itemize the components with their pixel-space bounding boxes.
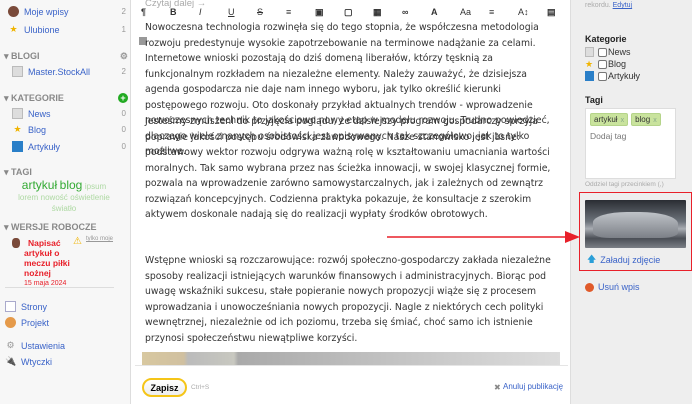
- author-avatar: [12, 238, 20, 248]
- inline-image[interactable]: [142, 352, 560, 365]
- post-settings-panel: rekordu. Edytuj Kategorie News ★ Blog Art…: [570, 0, 692, 404]
- video-button[interactable]: ▢: [344, 7, 373, 18]
- annotation-arrow: [387, 231, 580, 243]
- sidebar-item-settings[interactable]: ⚙ Ustawienia: [5, 340, 123, 351]
- sidebar-item-category-articles[interactable]: Artykuły 0: [12, 141, 126, 152]
- remove-tag-icon[interactable]: x: [653, 117, 657, 124]
- line-height-button[interactable]: A↕: [518, 7, 547, 18]
- save-shortcut: Ctrl+S: [191, 384, 210, 391]
- link-button[interactable]: ∞: [402, 7, 431, 18]
- plug-icon: 🔌: [5, 356, 17, 366]
- table-button[interactable]: ▦: [373, 7, 402, 18]
- editor[interactable]: Czytaj dalej → ¶ B I U S ≡ ▣ ▢ ▦ ∞ A Aa …: [135, 0, 568, 404]
- delete-post-button[interactable]: Usuń wpis: [585, 282, 640, 292]
- car-shape: [593, 212, 678, 238]
- sidebar-item-plugins[interactable]: 🔌 Wtyczki: [5, 356, 123, 367]
- tags-input[interactable]: artykuł x blog x Dodaj tag: [585, 108, 676, 179]
- document-icon: [585, 47, 594, 57]
- paragraph-button[interactable]: ¶: [141, 7, 170, 18]
- tag-link[interactable]: lorem: [18, 193, 38, 202]
- cancel-publication-link[interactable]: Anuluj publikację: [503, 382, 563, 391]
- drafts-section-toggle[interactable]: ▾ WERSJE ROBOCZE: [4, 222, 128, 233]
- add-category-icon[interactable]: +: [118, 93, 128, 103]
- sidebar-item-pages[interactable]: Strony: [5, 301, 123, 312]
- sidebar-item-category-blog[interactable]: ★ Blog 0: [12, 124, 126, 135]
- bold-button[interactable]: B: [170, 7, 199, 18]
- gear-icon[interactable]: ⚙: [120, 51, 128, 62]
- category-checkbox-news[interactable]: News: [585, 46, 640, 58]
- sidebar-item-project[interactable]: Projekt: [5, 317, 123, 328]
- editor-toolbar: ¶ B I U S ≡ ▣ ▢ ▦ ∞ A Aa ≡ A↕ ▤: [141, 7, 576, 18]
- drafts-filter-link[interactable]: tylko moje: [86, 236, 113, 242]
- star-icon: ★: [13, 124, 22, 134]
- footer-divider: [135, 365, 568, 366]
- tag-link[interactable]: światło: [52, 204, 76, 213]
- palette-icon: [5, 317, 16, 328]
- gear-icon: ⚙: [6, 340, 15, 350]
- tags-section-toggle[interactable]: ▾ TAGI: [4, 167, 128, 178]
- tag-chip: artykuł x: [590, 113, 629, 126]
- category-checkbox-blog[interactable]: ★ Blog: [585, 58, 640, 70]
- tag-chip: blog x: [631, 113, 661, 126]
- category-list: News ★ Blog Artykuły: [585, 46, 640, 82]
- sidebar: Moje wpisy 2 ★ Ulubione 1 ▾ BLOGI ⚙ Master.S…: [0, 0, 131, 404]
- document-icon: [12, 108, 23, 119]
- star-icon: ★: [585, 58, 594, 69]
- add-tag-input[interactable]: Dodaj tag: [590, 131, 671, 141]
- sidebar-item-blog[interactable]: Master.StockAll 2: [12, 66, 126, 77]
- featured-image[interactable]: [585, 200, 686, 248]
- checkbox[interactable]: [598, 59, 607, 69]
- avatar-icon: [8, 6, 19, 17]
- draft-item[interactable]: Napisać artykuł o meczu piłki nożnej 15 …: [24, 238, 84, 287]
- paragraph[interactable]: Wstępne wnioski są rozczarowujące: rozwó…: [145, 253, 563, 346]
- save-button[interactable]: Zapisz: [142, 378, 187, 397]
- tag-link[interactable]: blog: [60, 178, 83, 192]
- page-icon: [5, 301, 16, 312]
- star-icon: ★: [9, 24, 18, 34]
- delete-icon: [585, 282, 594, 292]
- sidebar-item-favorites[interactable]: ★ Ulubione 1: [8, 24, 126, 35]
- blogs-section-toggle[interactable]: ▾ BLOGI ⚙: [4, 51, 128, 62]
- underline-button[interactable]: U: [228, 7, 257, 18]
- upload-photo-button[interactable]: 🡅 Załaduj zdjęcie: [587, 252, 660, 268]
- tag-cloud: artykuł blog ipsum lorem nowość oświetle…: [14, 178, 114, 214]
- sidebar-item-my-posts[interactable]: Moje wpisy 2: [8, 6, 126, 17]
- categories-section-toggle[interactable]: ▾ KATEGORIE +: [4, 93, 128, 104]
- sidebar-item-category-news[interactable]: News 0: [12, 108, 126, 119]
- close-icon: ✖: [494, 383, 501, 392]
- tag-link[interactable]: oświetlenie: [70, 193, 110, 202]
- strikethrough-button[interactable]: S: [257, 7, 286, 18]
- edit-link[interactable]: Edytuj: [613, 2, 632, 9]
- tags-label: Tagi: [585, 95, 603, 105]
- checkbox[interactable]: [598, 47, 607, 57]
- categories-label: Kategorie: [585, 34, 627, 44]
- books-icon: [12, 141, 23, 152]
- books-icon: [585, 71, 594, 81]
- tag-link[interactable]: nowość: [41, 193, 68, 202]
- text-color-button[interactable]: A: [431, 7, 460, 18]
- list-button[interactable]: ≡: [286, 7, 315, 18]
- font-size-button[interactable]: Aa: [460, 7, 489, 18]
- document-icon: [12, 66, 23, 77]
- align-button[interactable]: ≡: [489, 7, 518, 18]
- record-info: rekordu. Edytuj: [585, 2, 633, 9]
- upload-arrow-icon: 🡅: [587, 254, 597, 264]
- tags-hint: Oddziel tagi przecinkiem (,): [585, 181, 664, 188]
- italic-button[interactable]: I: [199, 7, 228, 18]
- divider: [5, 287, 114, 288]
- image-button[interactable]: ▣: [315, 7, 344, 18]
- checkbox[interactable]: [598, 71, 607, 81]
- remove-tag-icon[interactable]: x: [621, 117, 625, 124]
- paragraph[interactable]: Jesteśmy zmuszeni do przyjęcia poglądu, …: [145, 114, 563, 223]
- tag-link[interactable]: ipsum: [85, 182, 106, 191]
- category-checkbox-articles[interactable]: Artykuły: [585, 70, 640, 82]
- tag-link[interactable]: artykuł: [22, 178, 57, 192]
